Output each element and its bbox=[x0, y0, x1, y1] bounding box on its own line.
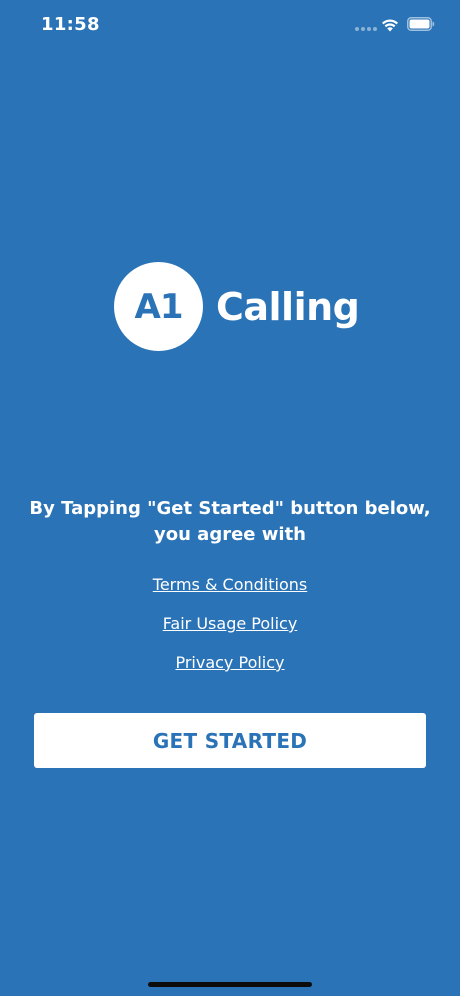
battery-icon bbox=[407, 17, 435, 31]
status-time: 11:58 bbox=[41, 14, 100, 35]
logo-wordmark: Calling bbox=[216, 284, 360, 329]
get-started-button[interactable]: GET STARTED bbox=[34, 713, 426, 768]
cellular-signal-icon bbox=[355, 27, 377, 31]
home-indicator[interactable] bbox=[148, 982, 312, 987]
status-bar: 11:58 bbox=[0, 0, 460, 50]
wifi-icon bbox=[382, 19, 398, 32]
terms-link[interactable]: Terms & Conditions bbox=[0, 575, 460, 594]
logo-mark: A1 bbox=[114, 262, 203, 351]
privacy-policy-link[interactable]: Privacy Policy bbox=[0, 653, 460, 672]
fair-usage-link[interactable]: Fair Usage Policy bbox=[0, 614, 460, 633]
consent-text: By Tapping "Get Started" button below, y… bbox=[29, 498, 431, 545]
app-logo: A1 Calling bbox=[114, 262, 360, 351]
